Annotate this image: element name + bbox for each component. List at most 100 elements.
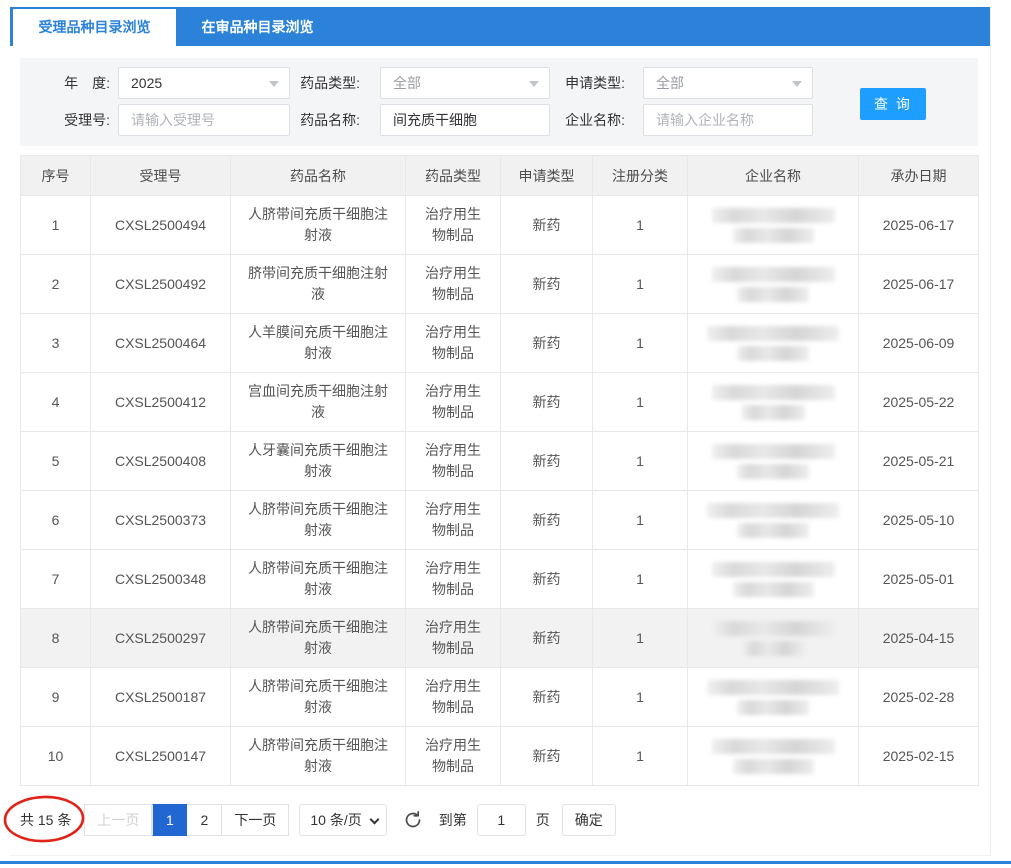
cell-drug-name: 宫血间充质干细胞注射液 xyxy=(231,373,406,432)
acceptance-no-label: 受理号: xyxy=(28,104,110,136)
cell-apply-type: 新药 xyxy=(501,255,593,314)
results-table: 序号受理号药品名称药品类型申请类型注册分类企业名称承办日期 1CXSL25004… xyxy=(20,155,979,786)
redacted-company-blur xyxy=(698,385,848,420)
drug-name-label: 药品名称: xyxy=(290,104,360,136)
year-select-value: 2025 xyxy=(131,75,162,91)
redacted-company-blur xyxy=(698,267,848,302)
bottom-blue-divider xyxy=(0,861,1011,864)
cell-apply-type: 新药 xyxy=(501,432,593,491)
cell-seq: 6 xyxy=(21,491,91,550)
column-header: 受理号 xyxy=(91,156,231,196)
tab-under-review-catalog[interactable]: 在审品种目录浏览 xyxy=(176,9,339,46)
table-row[interactable]: 7CXSL2500348人脐带间充质干细胞注射液治疗用生物制品新药12025-0… xyxy=(21,550,979,609)
cell-company-redacted xyxy=(688,609,859,668)
next-page-button[interactable]: 下一页 xyxy=(222,804,289,836)
redacted-company-blur xyxy=(698,739,848,774)
cell-acceptance-no: CXSL2500412 xyxy=(91,373,231,432)
cell-company-redacted xyxy=(688,314,859,373)
cell-drug-name: 人脐带间充质干细胞注射液 xyxy=(231,491,406,550)
jump-to-label: 到第 xyxy=(439,810,467,830)
search-button[interactable]: 查 询 xyxy=(860,88,926,120)
redacted-company-blur xyxy=(698,208,848,243)
cell-acceptance-no: CXSL2500187 xyxy=(91,668,231,727)
chevron-down-icon xyxy=(369,815,379,825)
cell-acceptance-no: CXSL2500464 xyxy=(91,314,231,373)
table-row[interactable]: 6CXSL2500373人脐带间充质干细胞注射液治疗用生物制品新药12025-0… xyxy=(21,491,979,550)
cell-drug-type: 治疗用生物制品 xyxy=(406,727,501,786)
results-table-wrap: 序号受理号药品名称药品类型申请类型注册分类企业名称承办日期 1CXSL25004… xyxy=(20,155,978,786)
cell-apply-type: 新药 xyxy=(501,196,593,255)
column-header: 注册分类 xyxy=(593,156,688,196)
cell-company-redacted xyxy=(688,373,859,432)
cell-acceptance-no: CXSL2500494 xyxy=(91,196,231,255)
cell-apply-type: 新药 xyxy=(501,373,593,432)
table-row[interactable]: 1CXSL2500494人脐带间充质干细胞注射液治疗用生物制品新药12025-0… xyxy=(21,196,979,255)
chevron-down-icon xyxy=(269,81,279,87)
cell-apply-type: 新药 xyxy=(501,668,593,727)
cell-seq: 2 xyxy=(21,255,91,314)
cell-company-redacted xyxy=(688,196,859,255)
table-row[interactable]: 9CXSL2500187人脐带间充质干细胞注射液治疗用生物制品新药12025-0… xyxy=(21,668,979,727)
cell-date: 2025-05-22 xyxy=(859,373,979,432)
redacted-company-blur xyxy=(698,503,848,538)
page-button-group: 上一页 12 下一页 xyxy=(84,804,289,836)
table-row[interactable]: 4CXSL2500412宫血间充质干细胞注射液治疗用生物制品新药12025-05… xyxy=(21,373,979,432)
cell-drug-name: 人脐带间充质干细胞注射液 xyxy=(231,196,406,255)
cell-seq: 5 xyxy=(21,432,91,491)
cell-reg-class: 1 xyxy=(593,314,688,373)
cell-seq: 7 xyxy=(21,550,91,609)
redacted-company-blur xyxy=(698,326,848,361)
drug-name-input[interactable] xyxy=(380,104,550,136)
cell-reg-class: 1 xyxy=(593,196,688,255)
drug-type-select-value: 全部 xyxy=(393,75,421,91)
cell-drug-name: 人脐带间充质干细胞注射液 xyxy=(231,609,406,668)
cell-reg-class: 1 xyxy=(593,668,688,727)
cell-reg-class: 1 xyxy=(593,255,688,314)
cell-reg-class: 1 xyxy=(593,432,688,491)
prev-page-button[interactable]: 上一页 xyxy=(84,804,152,836)
cell-drug-name: 人脐带间充质干细胞注射液 xyxy=(231,668,406,727)
page-number-button[interactable]: 1 xyxy=(152,804,187,836)
cell-company-redacted xyxy=(688,491,859,550)
tab-accepted-catalog[interactable]: 受理品种目录浏览 xyxy=(13,9,176,47)
table-row[interactable]: 10CXSL2500147人脐带间充质干细胞注射液治疗用生物制品新药12025-… xyxy=(21,727,979,786)
cell-seq: 9 xyxy=(21,668,91,727)
cell-drug-type: 治疗用生物制品 xyxy=(406,609,501,668)
cell-date: 2025-02-15 xyxy=(859,727,979,786)
year-select[interactable]: 2025 xyxy=(118,67,290,99)
cell-date: 2025-02-28 xyxy=(859,668,979,727)
cell-drug-type: 治疗用生物制品 xyxy=(406,255,501,314)
drug-type-label: 药品类型: xyxy=(290,67,360,99)
company-name-input[interactable] xyxy=(643,104,813,136)
cell-reg-class: 1 xyxy=(593,550,688,609)
cell-drug-type: 治疗用生物制品 xyxy=(406,373,501,432)
column-header: 企业名称 xyxy=(688,156,859,196)
cell-company-redacted xyxy=(688,550,859,609)
cell-reg-class: 1 xyxy=(593,727,688,786)
cell-drug-type: 治疗用生物制品 xyxy=(406,432,501,491)
jump-page-input[interactable] xyxy=(477,804,526,836)
page-size-select[interactable]: 10 条/页 xyxy=(299,804,386,836)
cell-acceptance-no: CXSL2500348 xyxy=(91,550,231,609)
cell-drug-type: 治疗用生物制品 xyxy=(406,314,501,373)
table-row[interactable]: 2CXSL2500492脐带间充质干细胞注射液治疗用生物制品新药12025-06… xyxy=(21,255,979,314)
content-card: 受理品种目录浏览 在审品种目录浏览 年 度: 2025 药品类型: 全部 申请类… xyxy=(10,7,991,856)
cell-seq: 10 xyxy=(21,727,91,786)
cell-seq: 8 xyxy=(21,609,91,668)
column-header: 序号 xyxy=(21,156,91,196)
cell-date: 2025-04-15 xyxy=(859,609,979,668)
cell-company-redacted xyxy=(688,668,859,727)
table-row[interactable]: 8CXSL2500297人脐带间充质干细胞注射液治疗用生物制品新药12025-0… xyxy=(21,609,979,668)
redacted-company-blur xyxy=(698,444,848,479)
confirm-button[interactable]: 确定 xyxy=(562,804,616,836)
table-row[interactable]: 3CXSL2500464人羊膜间充质干细胞注射液治疗用生物制品新药12025-0… xyxy=(21,314,979,373)
apply-type-select[interactable]: 全部 xyxy=(643,67,813,99)
pagination-bar: 共 15 条 上一页 12 下一页 10 条/页 到第 页 确定 xyxy=(10,804,990,836)
acceptance-no-input[interactable] xyxy=(118,104,290,136)
page-number-button[interactable]: 2 xyxy=(187,804,222,836)
refresh-icon[interactable] xyxy=(403,810,423,830)
tab-bar: 受理品种目录浏览 在审品种目录浏览 xyxy=(10,7,990,46)
table-row[interactable]: 5CXSL2500408人牙囊间充质干细胞注射液治疗用生物制品新药12025-0… xyxy=(21,432,979,491)
chevron-down-icon xyxy=(529,81,539,87)
drug-type-select[interactable]: 全部 xyxy=(380,67,550,99)
